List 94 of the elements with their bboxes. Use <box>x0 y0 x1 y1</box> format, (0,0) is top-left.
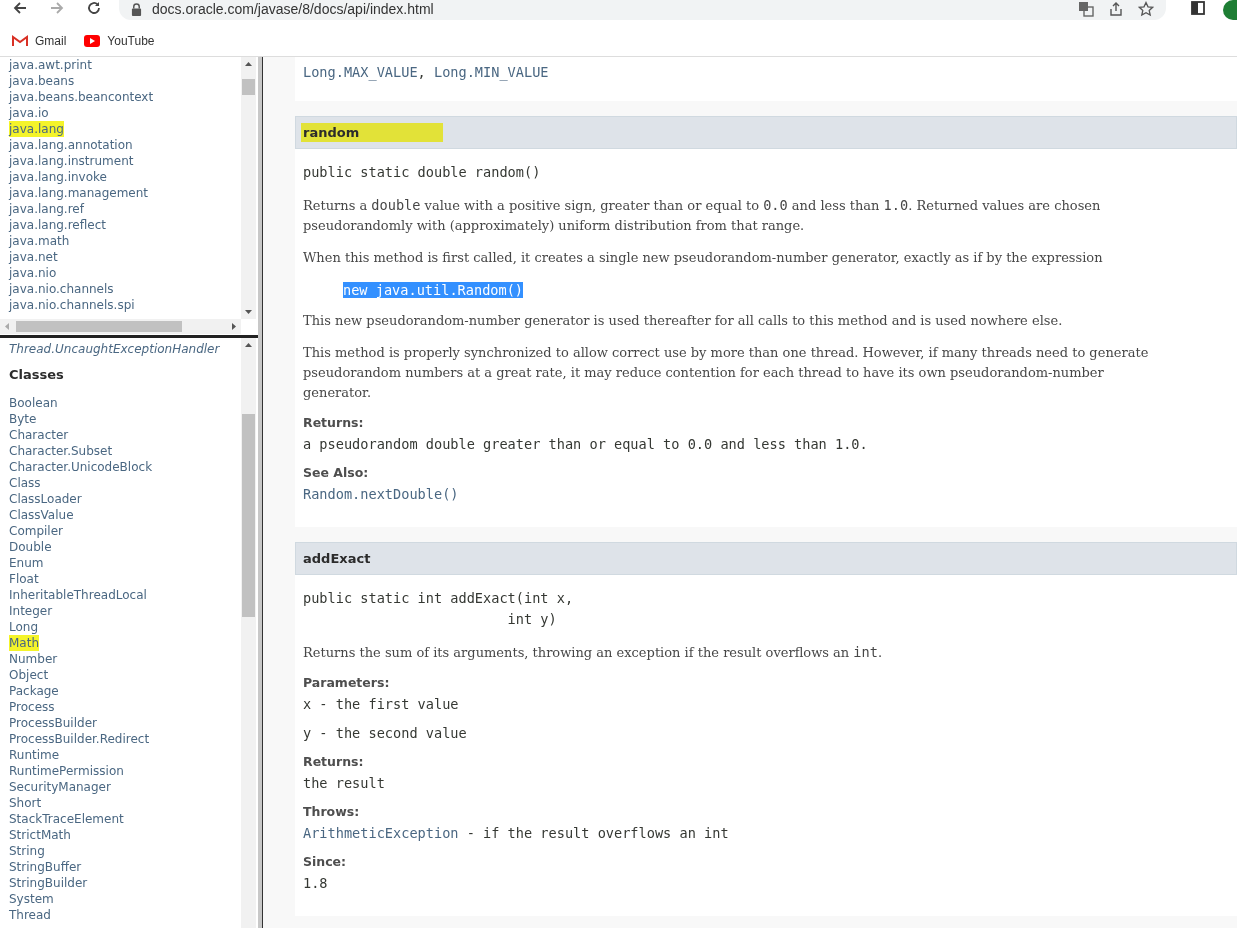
package-list-link[interactable]: java.lang.ref <box>9 201 84 217</box>
scrollbar-thumb[interactable] <box>16 321 182 332</box>
back-icon[interactable] <box>12 0 28 16</box>
package-list-link[interactable]: java.lang.reflect <box>9 217 106 233</box>
class-link[interactable]: ClassValue <box>9 507 74 523</box>
field-label: Returns: <box>303 754 365 769</box>
class-link[interactable]: Object <box>9 667 49 683</box>
envelope-m-icon <box>12 35 28 47</box>
class-link[interactable]: RuntimePermission <box>9 763 124 779</box>
code-example: new java.util.Random() <box>343 282 524 298</box>
description-text: This method is properly synchronized to allow correct use by more than one thread. However, if many threads need to generate pseudorandom numbers at a great rate, it may reduce contention for each thread to have its own pseudorandom-number generator. <box>303 344 1150 402</box>
package-list-link[interactable]: java.nio.channels.spi <box>9 297 135 313</box>
class-link[interactable]: Short <box>9 795 42 811</box>
method-signature: public static double random() <box>303 163 542 182</box>
class-link[interactable]: Class <box>9 475 41 491</box>
code-text: 1.8 <box>303 875 329 892</box>
class-link[interactable]: StackTraceElement <box>9 811 124 827</box>
class-link[interactable]: SecurityManager <box>9 779 111 795</box>
class-link[interactable]: Math <box>9 635 40 651</box>
package-list-link[interactable]: java.lang <box>9 121 64 137</box>
interface-link[interactable]: Thread.UncaughtExceptionHandler <box>9 341 220 357</box>
class-link[interactable]: Process <box>9 699 55 715</box>
field-label: Returns: <box>303 415 365 430</box>
class-link[interactable]: Float <box>9 571 39 587</box>
field-label: See Also: <box>303 465 370 480</box>
package-list-link[interactable]: java.net <box>9 249 58 265</box>
share-icon[interactable] <box>1108 1 1124 17</box>
description-text: Returns a double value with a positive sign, greater than or equal to 0.0 and less than 1.0. Returned values are chosen pseudorandomly with (approximately) uniform distribution from that range. <box>303 196 1102 235</box>
method-name: addExact <box>302 550 372 568</box>
star-icon[interactable] <box>1138 1 1154 17</box>
package-list-link[interactable]: java.math <box>9 233 70 249</box>
package-list-link[interactable]: java.lang.invoke <box>9 169 107 185</box>
method-name: random <box>301 123 444 142</box>
class-link[interactable]: Character.Subset <box>9 443 113 459</box>
class-link[interactable]: String <box>9 843 45 859</box>
class-link[interactable]: InheritableThreadLocal <box>9 587 147 603</box>
package-list-link[interactable]: java.beans.beancontext <box>9 89 154 105</box>
class-link[interactable]: StringBuilder <box>9 875 88 891</box>
package-list-link[interactable]: java.awt.print <box>9 57 92 73</box>
lock-icon <box>131 2 142 16</box>
class-link[interactable]: Integer <box>9 603 53 619</box>
code-text: a pseudorandom double greater than or equal to 0.0 and less than 1.0. <box>303 436 869 453</box>
class-link[interactable]: ClassLoader <box>9 491 82 507</box>
code-text: y - the second value <box>303 725 468 742</box>
package-list-link[interactable]: java.nio.channels <box>9 281 114 297</box>
description-text: When this method is first called, it creates a single new pseudorandom-number generator, exactly as if by the expression <box>303 249 1104 267</box>
play-icon <box>84 35 101 47</box>
profile-avatar[interactable] <box>1223 0 1237 20</box>
address-bar[interactable]: docs.oracle.com/javase/8/docs/api/index.html <box>119 0 1166 20</box>
constant-list: Long.MAX_VALUE, Long.MIN_VALUE <box>303 64 1229 80</box>
class-link[interactable]: Boolean <box>9 395 58 411</box>
class-link[interactable]: Character.UnicodeBlock <box>9 459 153 475</box>
class-link[interactable]: Double <box>9 539 52 555</box>
code-text: ArithmeticException - if the result overflows an int <box>303 825 730 842</box>
scrollbar[interactable] <box>241 57 256 319</box>
class-link[interactable]: Thread <box>9 907 51 923</box>
class-link[interactable]: Character <box>9 427 69 443</box>
package-list-link[interactable]: java.lang.instrument <box>9 153 134 169</box>
class-link[interactable]: Byte <box>9 411 37 427</box>
section-heading: Classes <box>9 367 65 382</box>
scrollbar-thumb[interactable] <box>242 414 255 617</box>
class-link[interactable]: StrictMath <box>9 827 71 843</box>
class-link[interactable]: ProcessBuilder <box>9 715 97 731</box>
code-text: the result <box>303 775 386 792</box>
class-link[interactable]: Runtime <box>9 747 60 763</box>
bookmark-link[interactable]: Gmail <box>12 34 67 48</box>
field-label: Throws: <box>303 804 361 819</box>
package-list-link[interactable]: java.lang.management <box>9 185 149 201</box>
scrollbar-thumb[interactable] <box>242 79 255 95</box>
bookmark-link[interactable]: YouTube <box>84 34 155 48</box>
translate-icon[interactable] <box>1078 1 1094 17</box>
description-text: This new pseudorandom-number generator is used thereafter for all calls to this method and is used nowhere else. <box>303 312 1064 330</box>
class-link[interactable]: Package <box>9 683 59 699</box>
class-link[interactable]: System <box>9 891 54 907</box>
scrollbar[interactable] <box>0 319 241 334</box>
side-panel-icon[interactable] <box>1190 0 1206 16</box>
field-label: Since: <box>303 854 348 869</box>
class-link[interactable]: Number <box>9 651 58 667</box>
field-label: Parameters: <box>303 675 391 690</box>
package-list-link[interactable]: java.beans <box>9 73 75 89</box>
reload-icon[interactable] <box>86 0 102 16</box>
class-link[interactable]: ProcessBuilder.Redirect <box>9 731 150 747</box>
description-text: Returns the sum of its arguments, throwing an exception if the result overflows an int. <box>303 643 884 662</box>
method-signature: public static int addExact(int x, int y) <box>303 589 575 629</box>
class-link[interactable]: Enum <box>9 555 44 571</box>
code-text: Random.nextDouble() <box>303 486 460 503</box>
package-list-link[interactable]: java.io <box>9 105 49 121</box>
scrollbar[interactable] <box>241 338 256 928</box>
class-link[interactable]: Long <box>9 619 39 635</box>
code-text: x - the first value <box>303 696 460 713</box>
package-list-link[interactable]: java.nio <box>9 265 57 281</box>
class-link[interactable]: Compiler <box>9 523 63 539</box>
class-link[interactable]: StringBuffer <box>9 859 82 875</box>
package-list-link[interactable]: java.lang.annotation <box>9 137 133 153</box>
